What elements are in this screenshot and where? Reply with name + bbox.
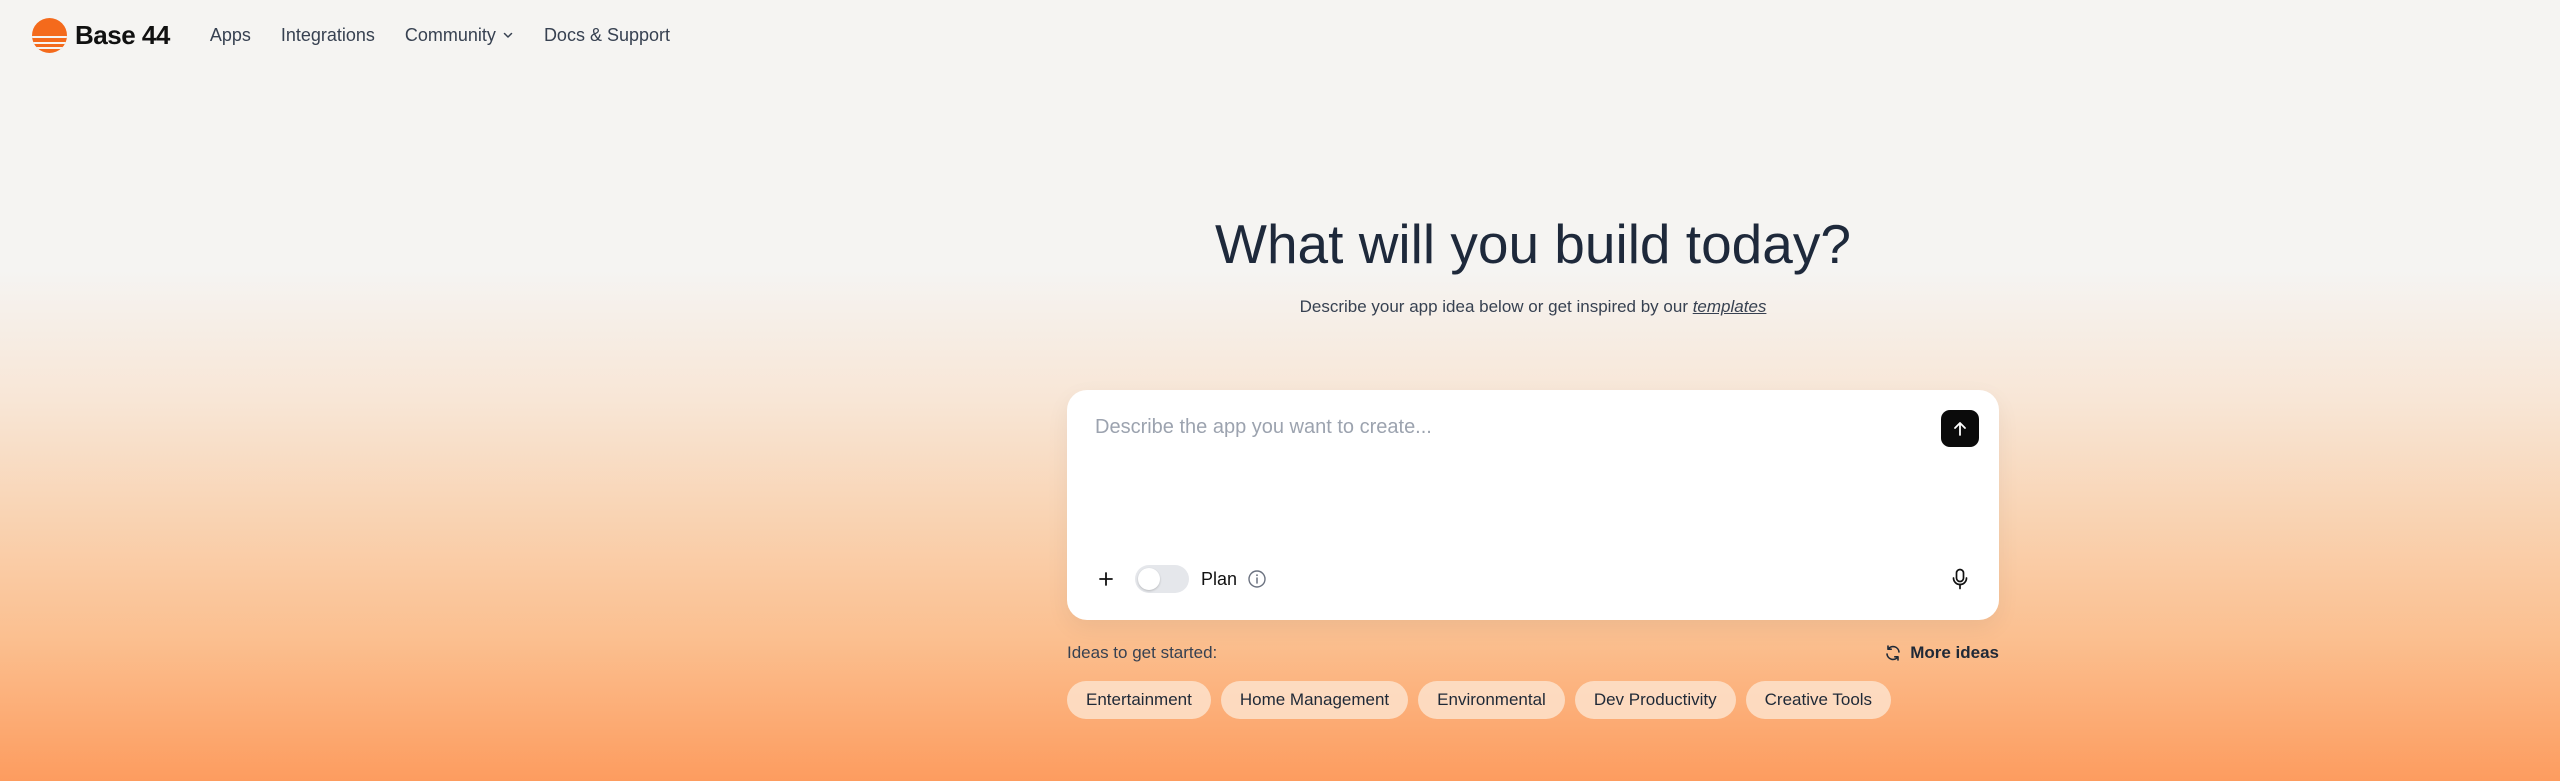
top-nav: Base 44 Apps Integrations Community Docs… (0, 0, 2560, 70)
nav-item-community-label: Community (404, 24, 496, 45)
subtitle-text: Describe your app idea below or get insp… (1299, 297, 1693, 316)
chip-environmental[interactable]: Environmental (1418, 681, 1565, 719)
brand-logo[interactable]: Base 44 (32, 17, 170, 53)
info-icon[interactable] (1247, 569, 1267, 589)
prompt-toolbar: Plan (1095, 564, 1971, 594)
nav-links: Apps Integrations Community Docs & Suppo… (210, 25, 670, 46)
prompt-card: Plan (1067, 390, 1999, 620)
chip-home-management[interactable]: Home Management (1220, 681, 1409, 719)
chip-creative-tools[interactable]: Creative Tools (1745, 681, 1892, 719)
ideas-header: Ideas to get started: More ideas (1067, 640, 1999, 666)
nav-item-community[interactable]: Community (405, 25, 514, 46)
logo-icon (32, 17, 67, 53)
more-ideas-label: More ideas (1910, 643, 1999, 662)
add-attachment-button[interactable] (1095, 568, 1117, 590)
toggle-knob (1138, 568, 1160, 590)
send-button[interactable] (1941, 410, 1979, 447)
chip-dev-productivity[interactable]: Dev Productivity (1574, 681, 1736, 719)
nav-item-apps[interactable]: Apps (210, 25, 251, 46)
ideas-label: Ideas to get started: (1067, 643, 1218, 662)
nav-item-integrations[interactable]: Integrations (281, 25, 375, 46)
chevron-down-icon (503, 32, 513, 38)
page-subtitle: Describe your app idea below or get insp… (1067, 297, 1999, 317)
plan-toggle[interactable] (1135, 565, 1189, 593)
nav-item-docs-support[interactable]: Docs & Support (544, 25, 670, 46)
chip-entertainment[interactable]: Entertainment (1067, 681, 1211, 719)
brand-name: Base 44 (75, 19, 170, 50)
plan-label: Plan (1201, 568, 1238, 589)
more-ideas-button[interactable]: More ideas (1884, 643, 1999, 663)
prompt-input[interactable] (1095, 416, 1915, 536)
idea-chips: Entertainment Home Management Environmen… (1067, 681, 1892, 719)
templates-link[interactable]: templates (1693, 297, 1767, 316)
plus-icon (1099, 572, 1113, 586)
arrow-up-icon (1954, 421, 1966, 436)
microphone-icon[interactable] (1949, 567, 1971, 591)
refresh-icon (1886, 645, 1900, 661)
page-title: What will you build today? (1215, 213, 1851, 275)
